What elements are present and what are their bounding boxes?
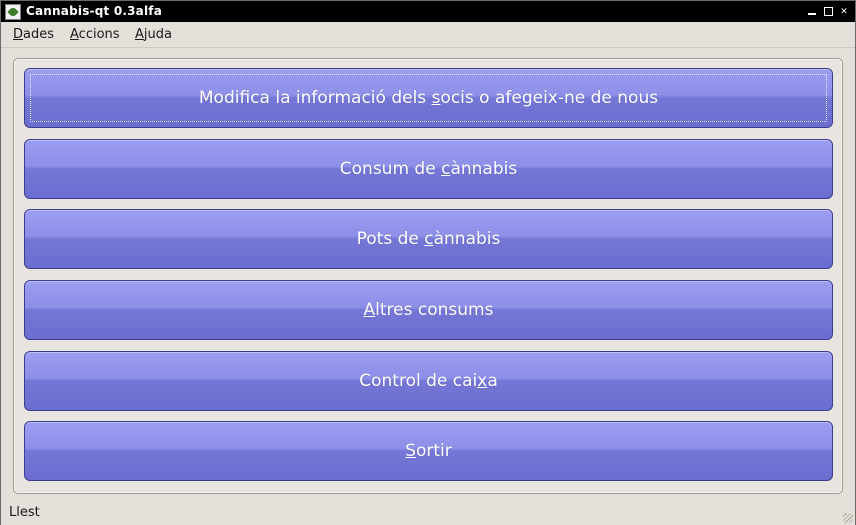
close-icon[interactable]: ✕ (837, 4, 851, 18)
modify-members-button[interactable]: Modifica la informació dels socis o afeg… (24, 68, 833, 128)
title-bar[interactable]: Cannabis-qt 0.3alfa ✕ (1, 1, 855, 22)
menu-accions[interactable]: Accions (70, 27, 120, 42)
status-bar: Llest (1, 501, 855, 525)
exit-button[interactable]: Sortir (24, 421, 833, 481)
menu-ajuda[interactable]: Ajuda (135, 27, 172, 42)
other-consumptions-button[interactable]: Altres consums (24, 280, 833, 340)
status-text: Llest (9, 505, 40, 520)
cannabis-consumption-button[interactable]: Consum de cànnabis (24, 139, 833, 199)
main-window: Cannabis-qt 0.3alfa ✕ Dades Accions Ajud… (0, 0, 856, 525)
minimize-icon[interactable] (805, 4, 819, 18)
focus-ring (30, 74, 827, 122)
window-title: Cannabis-qt 0.3alfa (26, 4, 163, 18)
cannabis-leaf-icon[interactable] (5, 4, 21, 20)
menu-dades[interactable]: Dades (13, 27, 54, 42)
cash-control-button[interactable]: Control de caixa (24, 351, 833, 411)
resize-grip-icon[interactable] (843, 513, 853, 523)
menu-bar: Dades Accions Ajuda (1, 22, 855, 48)
maximize-icon[interactable] (821, 4, 835, 18)
cannabis-pots-button[interactable]: Pots de cànnabis (24, 209, 833, 269)
